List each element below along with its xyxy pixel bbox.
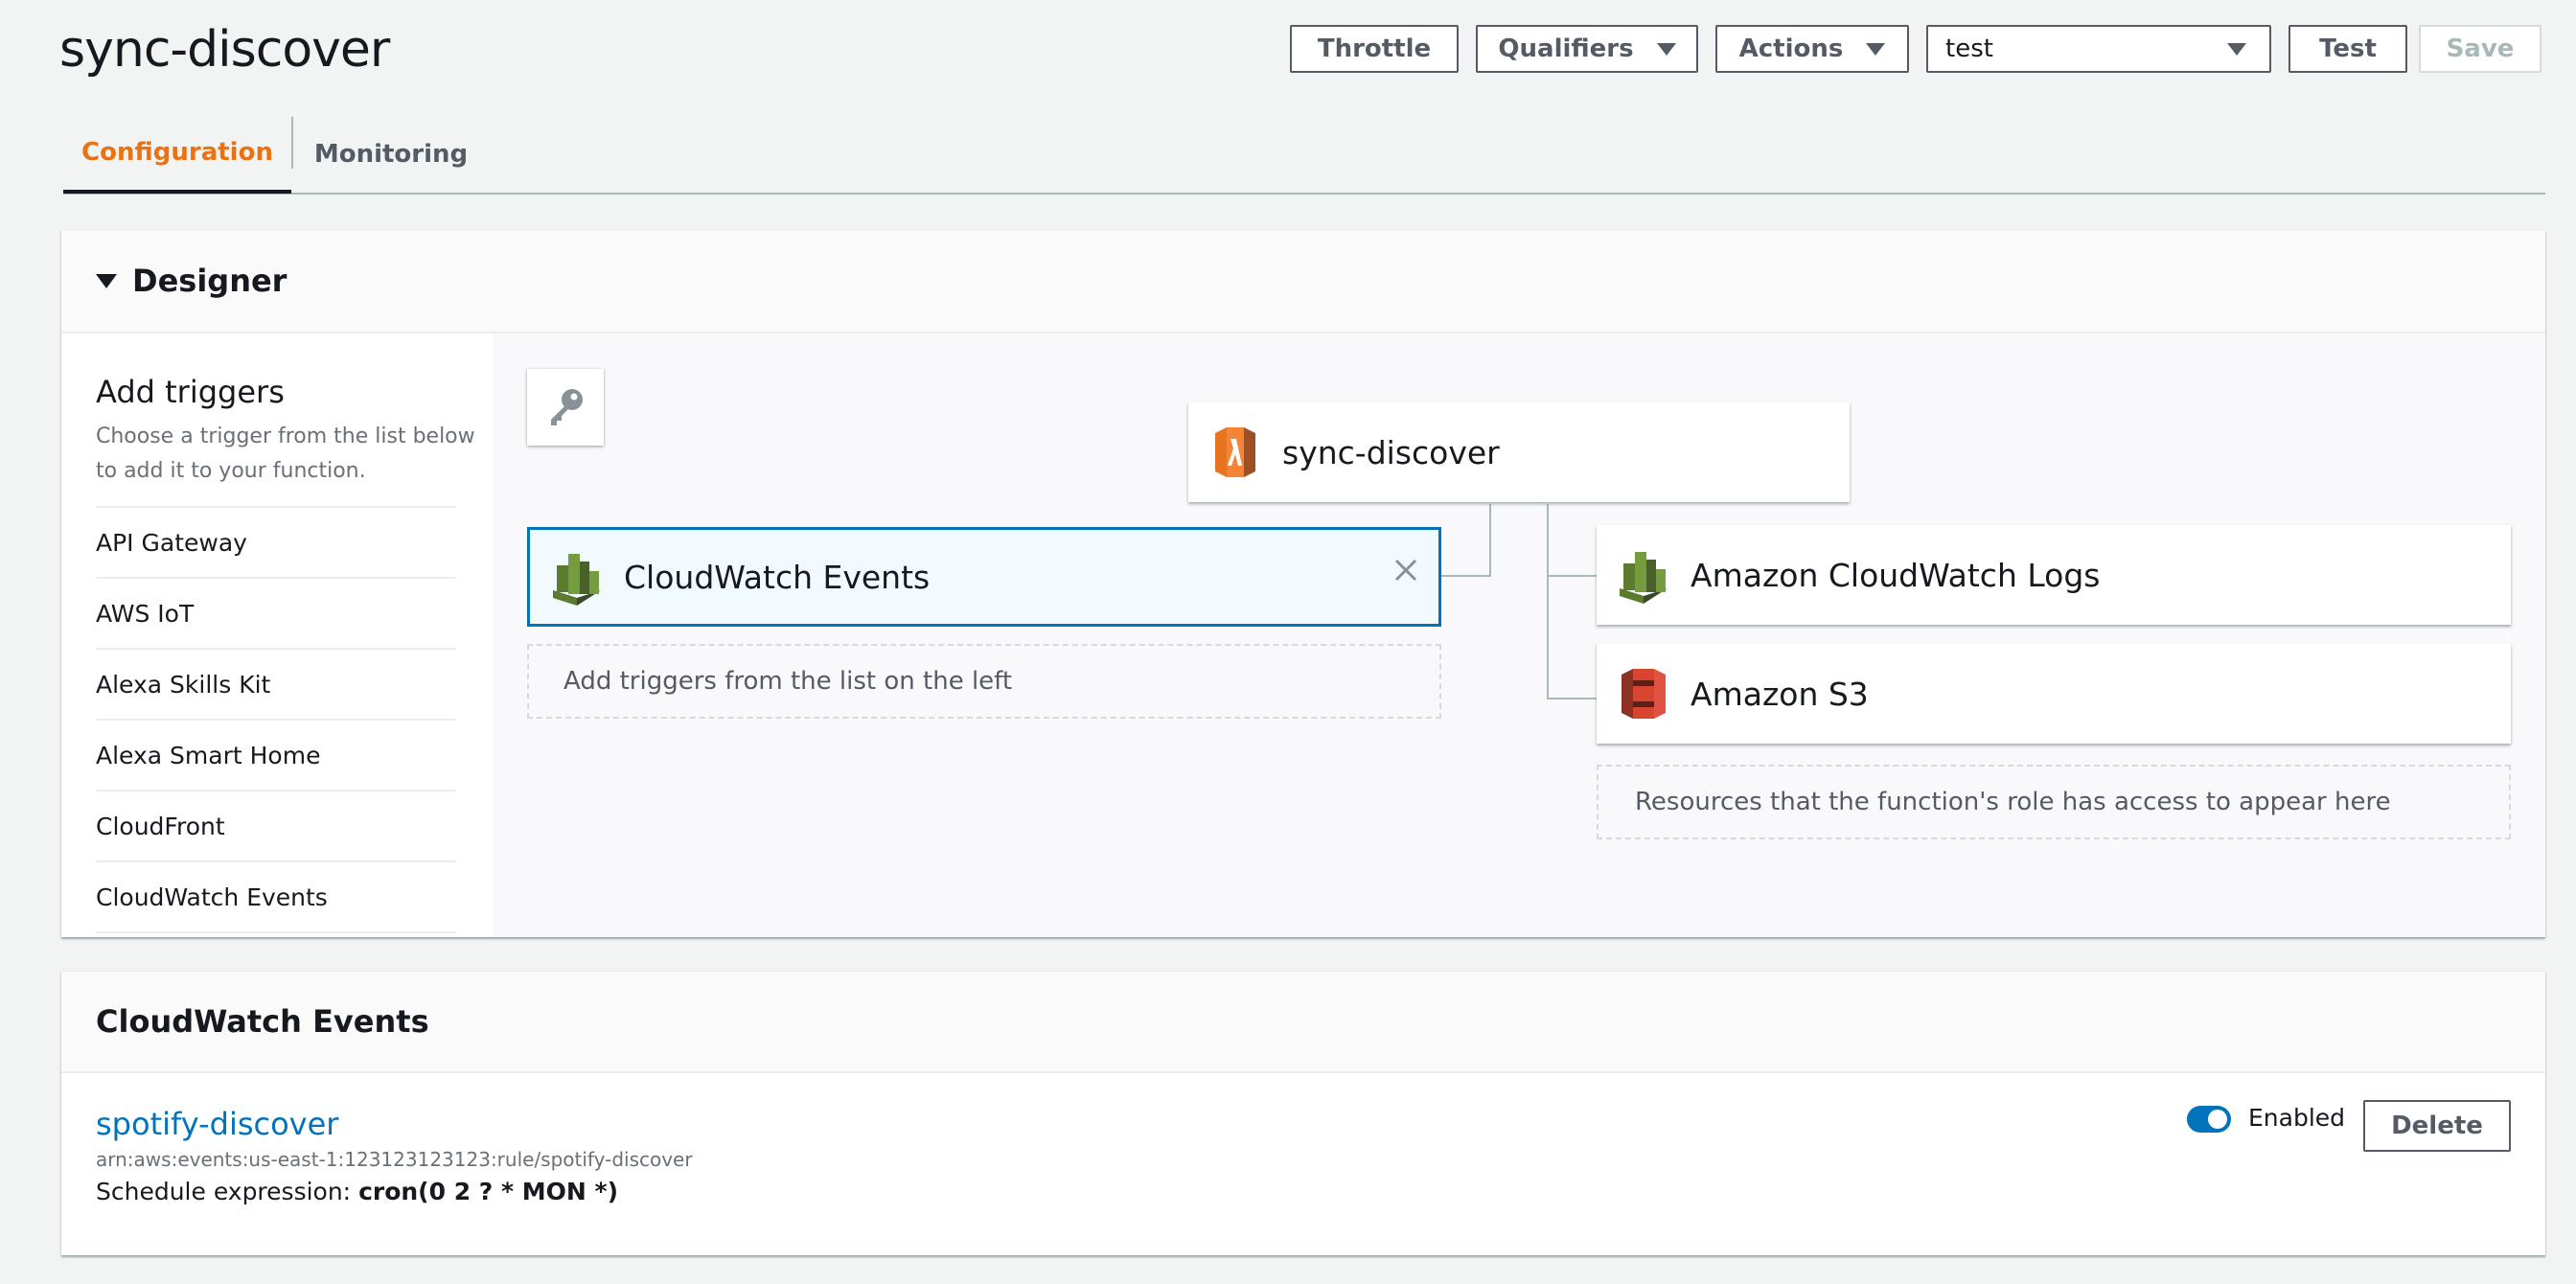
trigger-item-cloudfront[interactable]: CloudFront [96,791,456,862]
trigger-list: API Gateway AWS IoT Alexa Skills Kit Ale… [96,506,456,933]
add-triggers-description: Choose a trigger from the list below to … [96,424,475,483]
cloudwatch-events-icon [553,554,601,606]
throttle-button-label: Throttle [1317,34,1432,63]
trigger-details-header: CloudWatch Events [61,972,2545,1073]
connector-line [1547,698,1597,699]
trigger-item-cloudwatch-events[interactable]: CloudWatch Events [96,862,456,933]
trigger-card-label: CloudWatch Events [624,558,931,596]
trigger-details-title: CloudWatch Events [96,1003,429,1040]
schedule-label: Schedule expression: [96,1178,352,1205]
trigger-item-alexa-smart-home[interactable]: Alexa Smart Home [96,721,456,791]
test-event-select[interactable]: test [1926,25,2271,73]
rule-name-link[interactable]: spotify-discover [96,1106,338,1142]
trigger-item-api-gateway[interactable]: API Gateway [96,508,456,579]
trigger-dropzone-text: Add triggers from the list on the left [564,667,1013,696]
caret-down-icon [96,273,117,288]
connector-line [1441,575,1491,577]
test-event-value: test [1945,34,1993,63]
close-icon[interactable] [1392,557,1419,584]
tab-monitoring[interactable]: Monitoring [293,115,489,194]
tab-configuration-label: Configuration [81,138,273,167]
function-card[interactable]: sync-discover [1188,402,1850,502]
actions-dropdown[interactable]: Actions [1715,25,1909,73]
qualifiers-dropdown[interactable]: Qualifiers [1476,25,1698,73]
schedule-expression: Schedule expression: cron(0 2 ? * MON *) [96,1178,618,1205]
delete-button[interactable]: Delete [2363,1100,2511,1152]
designer-header[interactable]: Designer [61,230,2545,333]
enabled-toggle[interactable] [2187,1106,2231,1133]
throttle-button[interactable]: Throttle [1290,25,1459,73]
trigger-card-cloudwatch-events[interactable]: CloudWatch Events [527,527,1441,627]
trigger-dropzone: Add triggers from the list on the left [527,644,1441,719]
tab-configuration[interactable]: Configuration [63,115,291,194]
qualifiers-label: Qualifiers [1498,34,1634,63]
key-icon [551,389,583,425]
s3-bucket-icon [1622,669,1666,719]
trigger-item-aws-iot[interactable]: AWS IoT [96,579,456,650]
page-title: sync-discover [59,21,390,79]
resource-label: Amazon CloudWatch Logs [1690,556,2101,594]
delete-button-label: Delete [2391,1112,2483,1140]
resource-card-cloudwatch-logs[interactable]: Amazon CloudWatch Logs [1597,525,2511,625]
permissions-key-button[interactable] [527,369,604,446]
chevron-down-icon [2227,42,2246,56]
actions-label: Actions [1738,34,1844,63]
chevron-down-icon [1656,42,1676,56]
test-button[interactable]: Test [2288,25,2407,73]
add-triggers-panel: Add triggers Choose a trigger from the l… [61,333,493,937]
test-button-label: Test [2319,34,2377,63]
tab-monitoring-label: Monitoring [313,140,469,169]
rule-arn: arn:aws:events:us-east-1:123123123123:ru… [96,1148,693,1171]
save-button[interactable]: Save [2419,25,2542,73]
connector-line [1489,504,1491,577]
trigger-item-alexa-skills-kit[interactable]: Alexa Skills Kit [96,650,456,721]
add-triggers-title: Add triggers [96,374,285,410]
enabled-label: Enabled [2248,1104,2346,1132]
cloudwatch-logs-icon [1620,552,1668,604]
chevron-down-icon [1866,42,1886,56]
lambda-icon [1215,427,1255,477]
resource-card-s3[interactable]: Amazon S3 [1597,644,2511,744]
function-name: sync-discover [1282,433,1500,471]
connector-line [1547,504,1549,699]
connector-line [1547,575,1597,577]
resources-dropzone-text: Resources that the function's role has a… [1635,788,2391,816]
schedule-value: cron(0 2 ? * MON *) [358,1178,619,1205]
resources-dropzone: Resources that the function's role has a… [1597,765,2511,839]
save-button-label: Save [2446,34,2515,63]
designer-title: Designer [132,263,288,299]
resource-label: Amazon S3 [1690,675,1869,713]
